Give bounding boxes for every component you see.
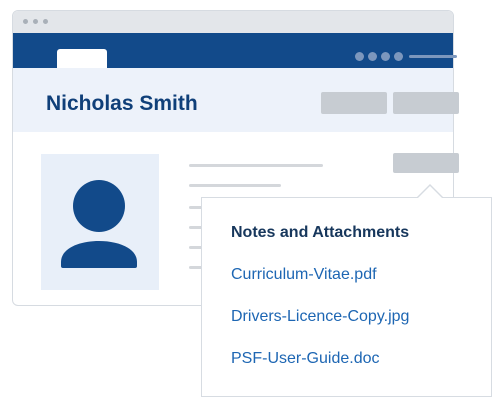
nav-menu-line[interactable] [409,55,457,58]
attachment-link[interactable]: Curriculum-Vitae.pdf [231,264,377,286]
profile-name: Nicholas Smith [46,92,198,115]
window-control-dot[interactable] [23,19,28,24]
user-silhouette-icon [61,180,137,268]
nav-tab-active[interactable] [57,49,107,69]
popover-caret-fill [418,186,442,198]
header-button-placeholder[interactable] [393,92,459,114]
attachment-link[interactable]: PSF-User-Guide.doc [231,348,380,370]
detail-placeholder-line [189,164,323,167]
header-button-placeholder[interactable] [321,92,387,114]
detail-placeholder-line [189,184,281,187]
window-control-dot[interactable] [43,19,48,24]
avatar [41,154,159,290]
nav-dot[interactable] [368,52,377,61]
attachment-link[interactable]: Drivers-Licence-Copy.jpg [231,306,409,328]
nav-dot[interactable] [394,52,403,61]
nav-dot[interactable] [355,52,364,61]
window-titlebar [13,11,453,33]
popover-title: Notes and Attachments [231,224,410,241]
nav-dot[interactable] [381,52,390,61]
attachments-toggle-button[interactable] [393,153,459,173]
window-control-dot[interactable] [33,19,38,24]
